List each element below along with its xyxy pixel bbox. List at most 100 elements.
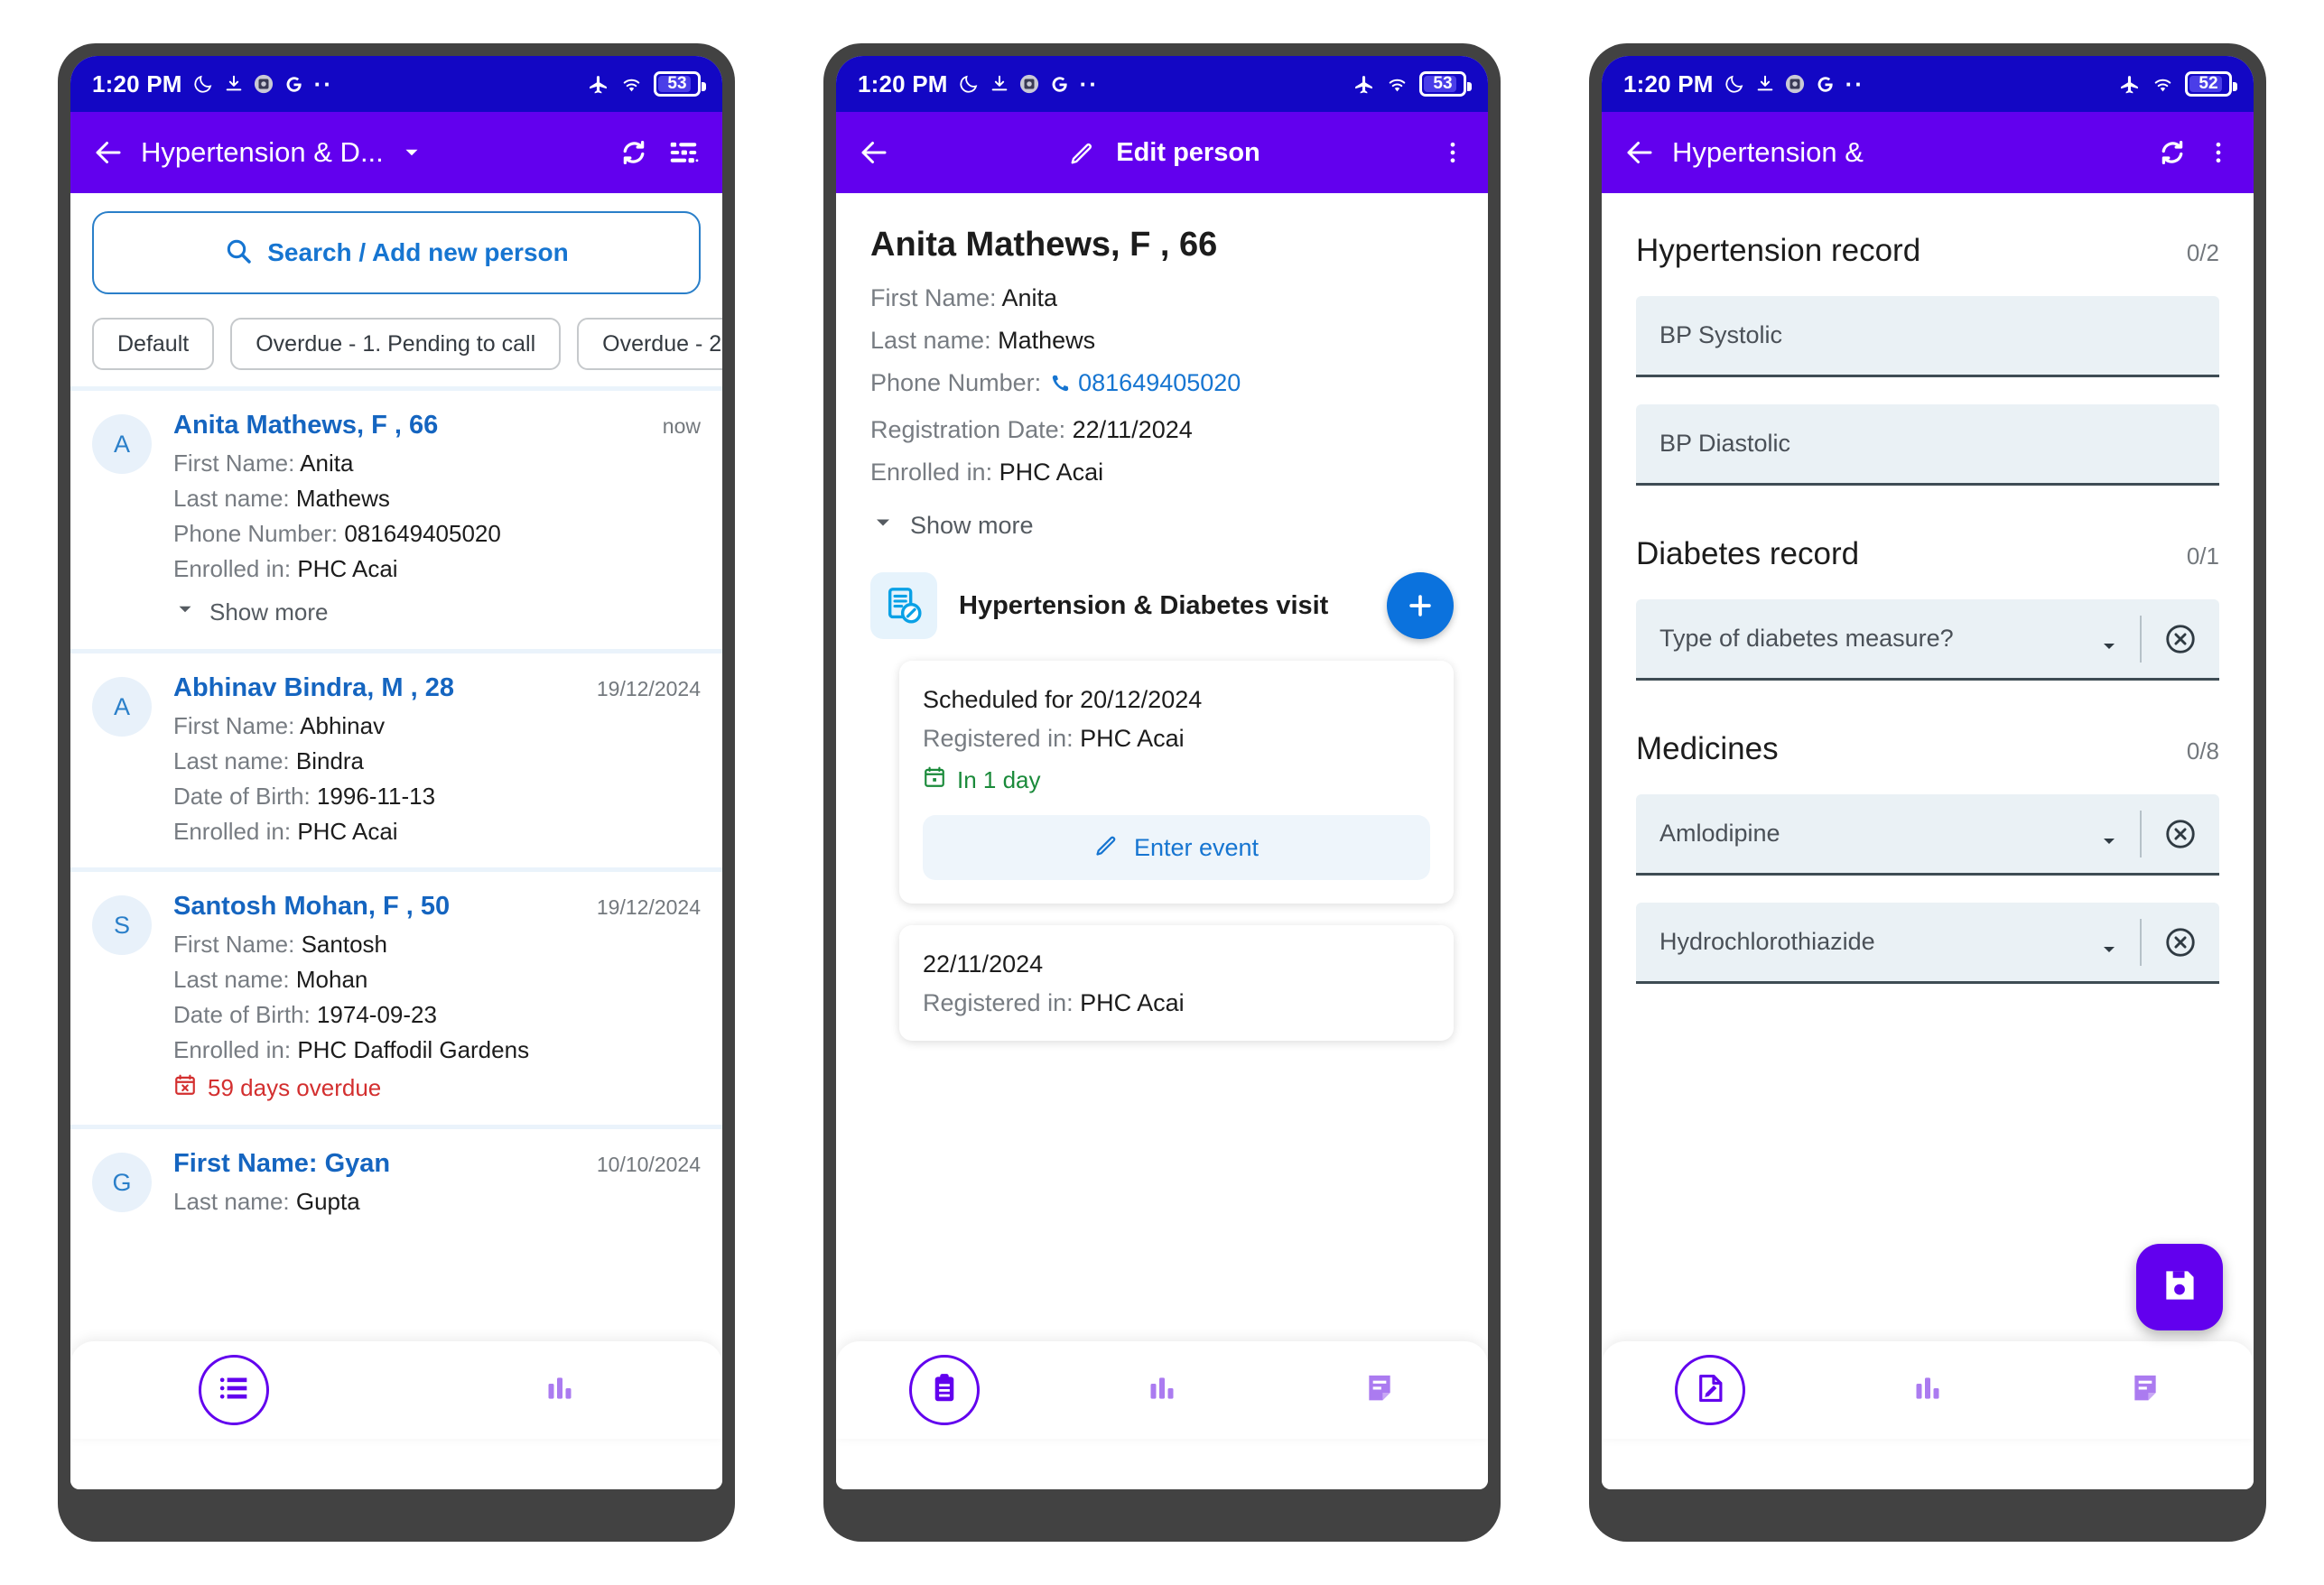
nav-tab-charts[interactable] [1819, 1370, 2037, 1411]
filter-chip-default[interactable]: Default [92, 318, 215, 370]
search-input[interactable]: Search / Add new person [92, 211, 701, 294]
sync-icon[interactable] [618, 136, 650, 169]
note-icon [1362, 1370, 1398, 1411]
list-item[interactable]: S Santosh Mohan, F , 50 First Name: Sant… [70, 867, 722, 1125]
person-detail-row: First Name: Anita [173, 450, 354, 477]
field-bp-diastolic[interactable]: BP Diastolic [1636, 404, 2219, 486]
note-icon [2127, 1370, 2163, 1411]
phone-2-screen: 1:20 PM ·· 53 Edit person Anita Mathews,… [836, 56, 1488, 1489]
download-icon [990, 74, 1009, 94]
back-arrow-icon[interactable] [92, 136, 125, 169]
status-time: 1:20 PM [1623, 70, 1714, 97]
bottom-navigation-3 [1602, 1341, 2254, 1439]
nav-tab-details[interactable] [836, 1355, 1054, 1425]
nav-tab-form[interactable] [1602, 1355, 1819, 1425]
edit-person-button[interactable]: Edit person [1116, 138, 1260, 168]
list-item[interactable]: G First Name: Gyan Last name: Gupta 10/1… [70, 1125, 722, 1237]
nav-tab-list[interactable] [70, 1355, 396, 1425]
detail-row: Last name: Mathews [870, 327, 1096, 354]
airplane-mode-icon [2118, 73, 2141, 96]
phone-2: 1:20 PM ·· 53 Edit person Anita Mathews,… [823, 43, 1501, 1542]
filter-chip-overdue-2[interactable]: Overdue - 2 [577, 318, 722, 370]
home-indicator [1039, 1460, 1285, 1469]
page-title: Hypertension & D... [141, 136, 384, 168]
show-more-toggle[interactable]: Show more [173, 598, 701, 627]
phone-row: Phone Number: 081649405020 [870, 369, 1454, 402]
list-item[interactable]: A Anita Mathews, F , 66 First Name: Anit… [70, 386, 722, 649]
list-icon [216, 1370, 252, 1411]
section-progress: 0/2 [2186, 239, 2219, 266]
field-medicine-hydrochlorothiazide[interactable]: Hydrochlorothiazide [1636, 903, 2219, 984]
page-title: Hypertension & [1672, 136, 1864, 168]
chevron-down-icon[interactable] [2078, 830, 2140, 857]
field-medicine-amlodipine[interactable]: Amlodipine [1636, 794, 2219, 876]
chevron-down-icon[interactable] [2078, 939, 2140, 965]
clear-field-icon[interactable] [2142, 925, 2219, 959]
download-icon [1755, 74, 1775, 94]
avatar: G [92, 1153, 152, 1212]
status-bar: 1:20 PM ·· [836, 56, 1488, 112]
more-vertical-icon[interactable] [1439, 139, 1466, 166]
clear-field-icon[interactable] [2142, 817, 2219, 851]
airplane-mode-icon [587, 73, 609, 96]
phone-number[interactable]: 081649405020 [1078, 369, 1241, 396]
status-time: 1:20 PM [858, 70, 948, 97]
back-arrow-icon[interactable] [858, 136, 890, 169]
status-bar: 1:20 PM ·· [70, 56, 722, 112]
bottom-navigation-2 [836, 1341, 1488, 1439]
bar-chart-icon [1144, 1370, 1180, 1411]
clear-field-icon[interactable] [2142, 622, 2219, 656]
phone-3: 1:20 PM ·· 52 Hypertension & Hypertensio… [1589, 43, 2266, 1542]
save-button[interactable] [2136, 1244, 2223, 1330]
field-bp-systolic[interactable]: BP Systolic [1636, 296, 2219, 377]
enter-event-button[interactable]: Enter event [923, 815, 1430, 880]
filter-list-icon[interactable] [666, 135, 701, 170]
more-vertical-icon[interactable] [2205, 139, 2232, 166]
nav-tab-notes[interactable] [2036, 1370, 2254, 1411]
pencil-icon[interactable] [1069, 139, 1096, 166]
show-more-toggle[interactable]: Show more [870, 510, 1454, 542]
google-icon [284, 74, 304, 95]
filter-chip-row[interactable]: Default Overdue - 1. Pending to call Ove… [70, 294, 722, 370]
event-card[interactable]: Scheduled for 20/12/2024 Registered in: … [899, 661, 1454, 904]
add-event-button[interactable] [1387, 572, 1454, 639]
nav-tab-charts[interactable] [396, 1370, 722, 1411]
avatar: A [92, 677, 152, 737]
bottom-navigation-1 [70, 1341, 722, 1439]
more-dots-icon: ·· [1079, 70, 1099, 97]
battery-level: 52 [2199, 74, 2218, 93]
person-detail-row: Enrolled in: PHC Daffodil Gardens [173, 1036, 530, 1063]
search-icon [224, 236, 253, 270]
sync-icon[interactable] [2156, 136, 2189, 169]
event-card[interactable]: 22/11/2024 Registered in: PHC Acai [899, 925, 1454, 1041]
bar-chart-icon [1910, 1370, 1946, 1411]
person-detail-row: Date of Birth: 1974-09-23 [173, 1001, 437, 1028]
list-item[interactable]: A Abhinav Bindra, M , 28 First Name: Abh… [70, 649, 722, 867]
person-list: A Anita Mathews, F , 66 First Name: Anit… [70, 386, 722, 1237]
person-detail-row: Last name: Mohan [173, 966, 368, 993]
filter-chip-overdue-1[interactable]: Overdue - 1. Pending to call [230, 318, 562, 370]
section-header-medicines: Medicines 0/8 [1602, 731, 2254, 767]
section-title: Hypertension record [1636, 233, 1921, 268]
more-dots-icon: ·· [1845, 70, 1864, 97]
google-icon [1049, 74, 1070, 95]
status-time: 1:20 PM [92, 70, 182, 97]
back-arrow-icon[interactable] [1623, 136, 1656, 169]
battery-level: 53 [667, 74, 687, 93]
phone-icon [1048, 372, 1072, 402]
program-title: Hypertension & Diabetes visit [959, 590, 1329, 620]
person-detail-row: Last name: Mathews [173, 485, 390, 512]
pencil-icon [1094, 832, 1120, 864]
search-placeholder: Search / Add new person [267, 238, 569, 266]
nav-tab-notes[interactable] [1270, 1370, 1488, 1411]
nav-tab-charts[interactable] [1054, 1370, 1271, 1411]
chevron-down-icon[interactable] [2078, 635, 2140, 662]
field-label: BP Systolic [1659, 321, 1783, 348]
person-detail-row: Date of Birth: 1996-11-13 [173, 783, 436, 810]
event-org-unit: Registered in: PHC Acai [923, 989, 1185, 1016]
field-diabetes-measure-type[interactable]: Type of diabetes measure? [1636, 599, 2219, 681]
phone-3-screen: 1:20 PM ·· 52 Hypertension & Hypertensio… [1602, 56, 2254, 1489]
battery-indicator: 53 [1419, 71, 1472, 97]
document-edit-icon [870, 572, 937, 639]
chevron-down-icon[interactable] [400, 141, 423, 164]
